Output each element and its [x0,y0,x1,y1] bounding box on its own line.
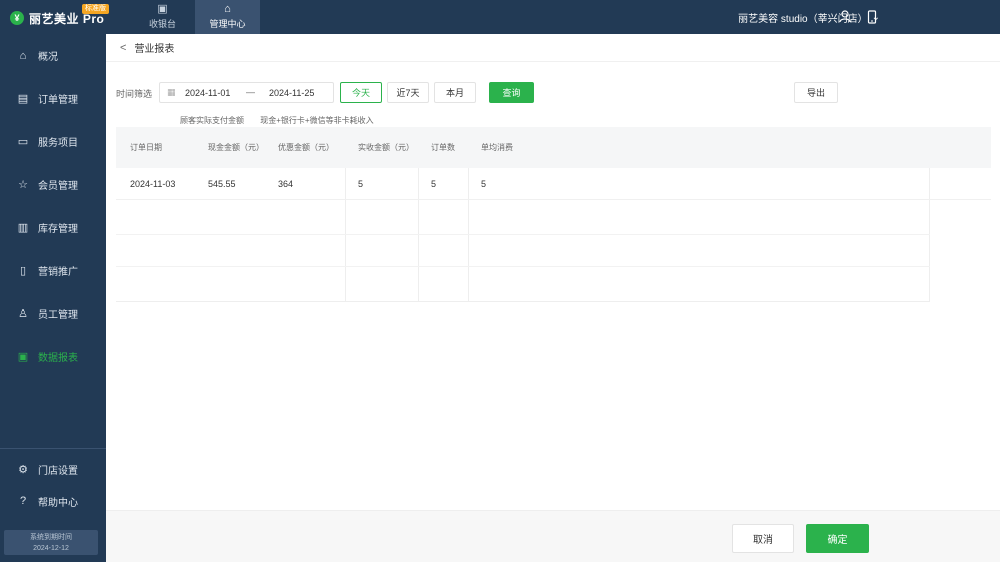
cell-cash-amount: 545.55 [208,178,236,189]
service-icon: ▭ [17,136,29,148]
header-discount-amount: 优惠金额（元） [278,143,334,152]
sidebar-item-staff[interactable]: ♙ 员工管理 [0,292,106,335]
report-table: 订单日期 现金金额（元） 优惠金额（元） 实收金额（元） 订单数 单均消费 20… [116,127,991,200]
grid-divider [116,266,930,267]
note-non-card-income: 现金+银行卡+微信等非卡耗收入 [260,116,374,125]
this-month-button[interactable]: 本月 [434,82,476,103]
start-date[interactable]: 2024-11-01 [185,88,230,98]
back-icon[interactable]: < [120,42,126,54]
footer-bar: 取消 确定 [106,510,1000,562]
header-order-count: 订单数 [431,143,455,152]
sidebar-item-orders[interactable]: ▤ 订单管理 [0,77,106,120]
app-logo[interactable]: ¥ 丽艺美业 Pro 标准版 [10,4,109,28]
query-button[interactable]: 查询 [489,82,534,103]
sidebar-item-label: 概况 [38,52,58,63]
sidebar-item-label: 员工管理 [38,310,78,321]
cashier-icon: ▣ [157,3,168,15]
tab-management-label: 管理中心 [209,19,246,29]
confirm-button[interactable]: 确定 [806,524,869,553]
sidebar-item-help[interactable]: ? 帮助中心 [0,485,106,517]
today-button[interactable]: 今天 [340,82,382,103]
sidebar-item-label: 数据报表 [38,353,78,364]
cell-discount-amount: 364 [278,178,294,189]
tab-management[interactable]: ⌂ 管理中心 [195,0,260,34]
cell-order-count: 5 [431,178,437,189]
sidebar-bottom: ⚙ 门店设置 ? 帮助中心 [0,448,106,517]
user-icon[interactable] [838,10,852,24]
top-bar: ¥ 丽艺美业 Pro 标准版 ▣ 收银台 ⌂ 管理中心 丽艺美容 studio（… [0,0,1000,34]
home-icon: ⌂ [224,3,231,15]
note-actual-payment: 顾客实际支付金额 [180,116,244,125]
date-range-picker[interactable]: ▦ 2024-11-01 — 2024-11-25 [159,82,334,103]
expiry-info: 系统到期时间 2024-12-12 [4,530,98,555]
main-content: < 营业报表 时间筛选 ▦ 2024-11-01 — 2024-11-25 今天… [106,34,1000,562]
person-icon: ♙ [18,308,28,320]
filter-bar: 时间筛选 ▦ 2024-11-01 — 2024-11-25 今天 近7天 本月… [116,82,996,104]
table-header: 订单日期 现金金额（元） 优惠金额（元） 实收金额（元） 订单数 单均消费 [116,127,991,168]
marketing-icon: ▯ [19,265,27,277]
sidebar-item-label: 服务项目 [38,138,78,149]
header-order-date: 订单日期 [130,143,162,152]
sidebar-item-inventory[interactable]: ▥ 库存管理 [0,206,106,249]
cell-avg-spend: 5 [481,178,487,189]
inventory-icon: ▥ [17,222,29,234]
sidebar-item-label: 会员管理 [38,181,78,192]
tab-cashier-label: 收银台 [148,19,176,29]
last-7-days-button[interactable]: 近7天 [387,82,429,103]
sidebar-item-label: 营销推广 [38,267,78,278]
store-selector[interactable]: 丽艺美容 studio（莘兴门店） ⌄ [738,0,880,34]
header-received-amount: 实收金额（元） [358,143,414,152]
table-row[interactable]: 2024-11-03 545.55 364 5 5 5 [116,168,991,200]
cell-received-amount: 5 [358,178,364,189]
cell-order-date: 2024-11-03 [130,178,176,189]
edition-badge: 标准版 [82,4,109,14]
sidebar-item-label: 库存管理 [38,224,78,235]
date-separator: — [246,87,255,97]
logo-icon: ¥ [10,11,24,25]
filter-label: 时间筛选 [116,89,153,99]
sidebar-item-overview[interactable]: ⌂ 概况 [0,34,106,77]
gear-icon: ⚙ [18,463,28,476]
header-cash-amount: 现金金额（元） [208,143,264,152]
sidebar-item-label: 帮助中心 [38,497,78,509]
top-nav: ▣ 收银台 ⌂ 管理中心 [130,0,260,34]
page-header: < 营业报表 [106,34,1000,62]
order-icon: ▤ [17,93,29,105]
column-notes: 顾客实际支付金额 现金+银行卡+微信等非卡耗收入 [180,115,388,126]
cancel-button[interactable]: 取消 [732,524,794,553]
header-avg-spend: 单均消费 [481,143,513,152]
end-date[interactable]: 2024-11-25 [269,88,314,98]
help-icon: ? [19,495,27,507]
sidebar-item-services[interactable]: ▭ 服务项目 [0,120,106,163]
home-icon: ⌂ [19,49,27,62]
calendar-icon: ▦ [167,87,176,97]
star-icon: ☆ [18,179,28,191]
expiry-label: 系统到期时间 [30,534,72,541]
page-title: 营业报表 [134,44,175,55]
mobile-icon[interactable] [865,10,879,24]
sidebar-item-label: 订单管理 [38,95,78,106]
grid-divider [116,234,930,235]
tab-cashier[interactable]: ▣ 收银台 [130,0,195,34]
sidebar-item-marketing[interactable]: ▯ 营销推广 [0,249,106,292]
sidebar-item-reports[interactable]: ▣ 数据报表 [0,335,106,378]
sidebar-item-members[interactable]: ☆ 会员管理 [0,163,106,206]
expiry-date: 2024-12-12 [33,545,69,552]
sidebar-item-label: 门店设置 [38,465,78,477]
export-button[interactable]: 导出 [794,82,838,103]
report-icon: ▣ [17,351,29,363]
sidebar: ⌂ 概况 ▤ 订单管理 ▭ 服务项目 ☆ 会员管理 ▥ 库存管理 ▯ 营销推广 … [0,34,106,562]
sidebar-item-store-settings[interactable]: ⚙ 门店设置 [0,453,106,485]
